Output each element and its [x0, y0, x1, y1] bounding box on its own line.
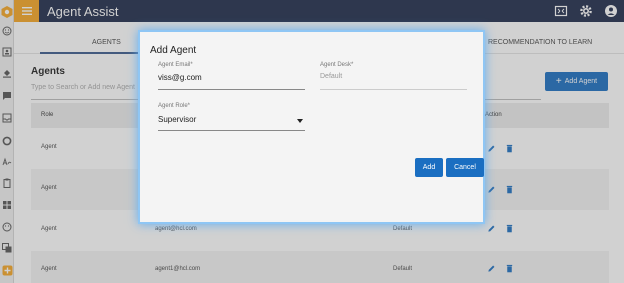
cancel-button[interactable]: Cancel — [446, 158, 484, 177]
agent-desk-underline — [320, 89, 467, 90]
agent-role-select[interactable]: Supervisor — [158, 115, 196, 124]
agent-email-underline — [158, 89, 305, 90]
agent-desk-field: Default — [320, 73, 343, 80]
chevron-down-icon[interactable] — [297, 119, 303, 123]
agent-email-field[interactable]: viss@g.com — [158, 73, 202, 82]
agent-email-label: Agent Email* — [158, 62, 193, 68]
agent-role-label: Agent Role* — [158, 103, 191, 109]
agent-desk-label: Agent Desk* — [320, 62, 354, 68]
dialog-title: Add Agent — [150, 45, 197, 56]
add-button[interactable]: Add — [415, 158, 443, 177]
add-agent-dialog: Add Agent Agent Email* viss@g.com Agent … — [138, 30, 485, 224]
agent-role-underline — [158, 130, 305, 131]
